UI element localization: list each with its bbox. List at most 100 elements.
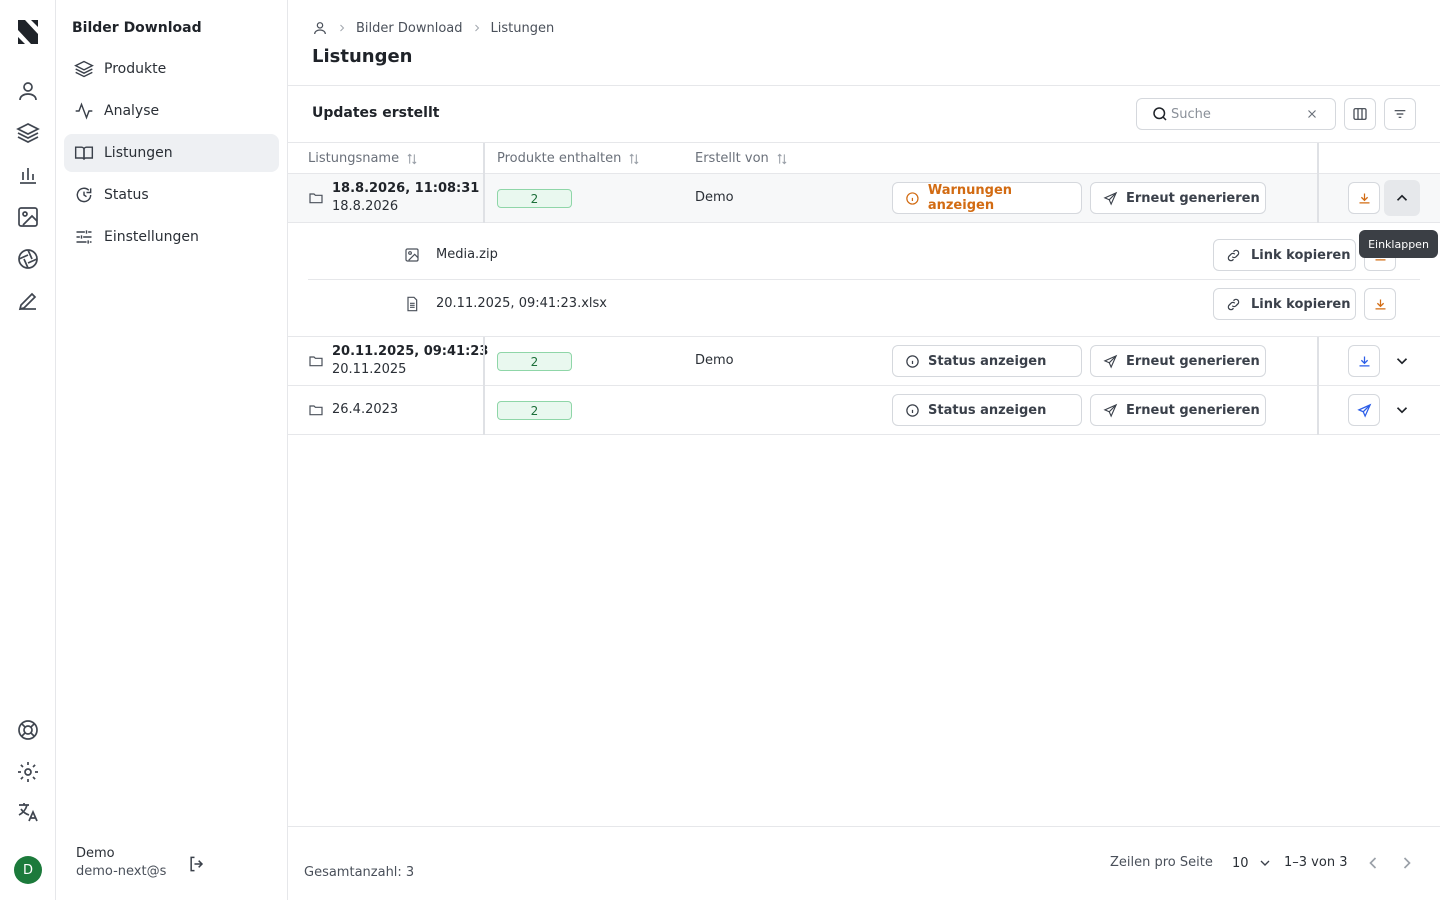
next-page-icon[interactable] bbox=[1397, 853, 1417, 873]
expand-button[interactable] bbox=[1384, 343, 1420, 379]
sidebar-item-label: Einstellungen bbox=[104, 229, 199, 245]
send-icon bbox=[1103, 354, 1118, 369]
total-count: Gesamtanzahl: 3 bbox=[304, 865, 415, 880]
chevron-down-icon bbox=[1396, 358, 1408, 365]
table-row[interactable]: 18.8.2026, 11:08:31 18.8.2026 2 Demo War… bbox=[288, 174, 1440, 223]
column-header-produkte[interactable]: Produkte enthalten bbox=[497, 151, 641, 166]
user-name: Demo bbox=[76, 846, 115, 861]
products-badge: 2 bbox=[497, 189, 572, 208]
pen-icon[interactable] bbox=[16, 289, 40, 313]
sort-icon bbox=[629, 153, 639, 164]
listing-name: 26.4.2023 bbox=[332, 402, 399, 417]
sliders-icon bbox=[76, 230, 92, 244]
search-icon bbox=[1153, 107, 1167, 121]
file-name: Media.zip bbox=[436, 247, 498, 262]
copy-link-button[interactable]: Link kopieren bbox=[1213, 239, 1356, 271]
column-header-listungsname[interactable]: Listungsname bbox=[308, 151, 419, 166]
filter-button[interactable] bbox=[1384, 98, 1416, 130]
bar-chart-icon[interactable] bbox=[16, 163, 40, 187]
file-name: 20.11.2025, 09:41:23.xlsx bbox=[436, 296, 607, 311]
folder-icon bbox=[309, 356, 323, 367]
sidebar-item-analyse[interactable]: Analyse bbox=[64, 92, 279, 130]
sidebar-item-einstellungen[interactable]: Einstellungen bbox=[64, 218, 279, 256]
user-email: demo-next@s bbox=[76, 864, 167, 879]
products-badge: 2 bbox=[497, 352, 572, 371]
column-label: Erstellt von bbox=[695, 151, 769, 166]
button-label: Erneut generieren bbox=[1126, 402, 1260, 418]
columns-icon bbox=[1353, 108, 1367, 120]
button-label: Link kopieren bbox=[1251, 247, 1351, 263]
user-icon[interactable] bbox=[312, 20, 328, 36]
download-icon bbox=[1375, 299, 1385, 309]
table-row[interactable]: 26.4.2023 2 Status anzeigen Erneut gener… bbox=[288, 386, 1440, 435]
image-icon[interactable] bbox=[16, 205, 40, 229]
chevron-down-icon bbox=[1396, 407, 1408, 414]
button-label: Erneut generieren bbox=[1126, 190, 1260, 206]
column-divider bbox=[483, 337, 485, 435]
previous-page-icon[interactable] bbox=[1363, 853, 1383, 873]
main-content: Bilder Download Listungen Listungen Upda… bbox=[288, 0, 1440, 900]
download-button[interactable] bbox=[1348, 345, 1380, 377]
breadcrumb-item[interactable]: Listungen bbox=[491, 21, 555, 36]
info-icon bbox=[906, 354, 919, 368]
section-title: Updates erstellt bbox=[312, 105, 440, 121]
sidebar-item-label: Status bbox=[104, 187, 149, 203]
creator: Demo bbox=[695, 353, 734, 368]
user-icon[interactable] bbox=[16, 79, 40, 103]
regenerate-button[interactable]: Erneut generieren bbox=[1090, 182, 1266, 214]
lifebuoy-icon[interactable] bbox=[16, 718, 40, 742]
send-icon bbox=[1103, 191, 1118, 206]
regenerate-button[interactable]: Erneut generieren bbox=[1090, 345, 1266, 377]
sidebar-item-produkte[interactable]: Produkte bbox=[64, 50, 279, 88]
listing-date: 20.11.2025 bbox=[332, 362, 407, 377]
aperture-icon[interactable] bbox=[16, 247, 40, 271]
regenerate-button[interactable]: Erneut generieren bbox=[1090, 394, 1266, 426]
collapse-button[interactable] bbox=[1384, 180, 1420, 216]
columns-button[interactable] bbox=[1344, 98, 1376, 130]
rows-per-page-select[interactable]: 10 bbox=[1232, 855, 1273, 871]
button-label: Status anzeigen bbox=[928, 353, 1047, 369]
column-divider bbox=[483, 143, 485, 223]
filter-icon bbox=[1394, 110, 1406, 118]
search-box[interactable] bbox=[1136, 98, 1336, 130]
logout-icon[interactable] bbox=[187, 854, 207, 874]
column-header-erstellt-von[interactable]: Erstellt von bbox=[695, 151, 789, 166]
button-label: Warnungen anzeigen bbox=[927, 183, 1013, 213]
show-status-button[interactable]: Status anzeigen bbox=[892, 394, 1082, 426]
search-input[interactable] bbox=[1171, 106, 1301, 122]
gear-icon[interactable] bbox=[16, 760, 40, 784]
icon-rail: D bbox=[0, 0, 56, 900]
column-label: Listungsname bbox=[308, 151, 400, 166]
layers-icon[interactable] bbox=[16, 121, 40, 145]
download-button[interactable] bbox=[1364, 288, 1396, 320]
download-button[interactable] bbox=[1348, 182, 1380, 214]
file-row: Media.zip Link kopieren bbox=[288, 223, 1440, 280]
translate-icon[interactable] bbox=[16, 800, 40, 824]
copy-link-button[interactable]: Link kopieren bbox=[1213, 288, 1356, 320]
sidebar-item-listungen[interactable]: Listungen bbox=[64, 134, 279, 172]
refresh-icon bbox=[76, 187, 92, 203]
close-icon[interactable] bbox=[1305, 107, 1319, 121]
expand-button[interactable] bbox=[1384, 392, 1420, 428]
sidebar-item-label: Listungen bbox=[104, 145, 173, 161]
breadcrumb: Bilder Download Listungen bbox=[312, 20, 554, 36]
sidebar-item-label: Produkte bbox=[104, 61, 167, 77]
send-button[interactable] bbox=[1348, 394, 1380, 426]
sidebar-item-status[interactable]: Status bbox=[64, 176, 279, 214]
send-icon bbox=[1103, 403, 1118, 418]
avatar[interactable]: D bbox=[14, 856, 42, 884]
table-row[interactable]: 20.11.2025, 09:41:23 20.11.2025 2 Demo S… bbox=[288, 337, 1440, 386]
sidebar-item-label: Analyse bbox=[104, 103, 160, 119]
show-status-button[interactable]: Status anzeigen bbox=[892, 345, 1082, 377]
creator: Demo bbox=[695, 190, 734, 205]
listing-name: 20.11.2025, 09:41:23 bbox=[332, 344, 489, 359]
button-label: Link kopieren bbox=[1251, 296, 1351, 312]
breadcrumb-item[interactable]: Bilder Download bbox=[356, 21, 463, 36]
spreadsheet-icon bbox=[407, 296, 418, 312]
rows-per-page-value: 10 bbox=[1232, 855, 1249, 871]
link-icon bbox=[1227, 249, 1240, 261]
chevron-right-icon bbox=[340, 24, 345, 32]
image-icon bbox=[405, 248, 419, 262]
show-warnings-button[interactable]: Warnungen anzeigen bbox=[892, 182, 1082, 214]
logo-icon[interactable] bbox=[16, 18, 40, 46]
